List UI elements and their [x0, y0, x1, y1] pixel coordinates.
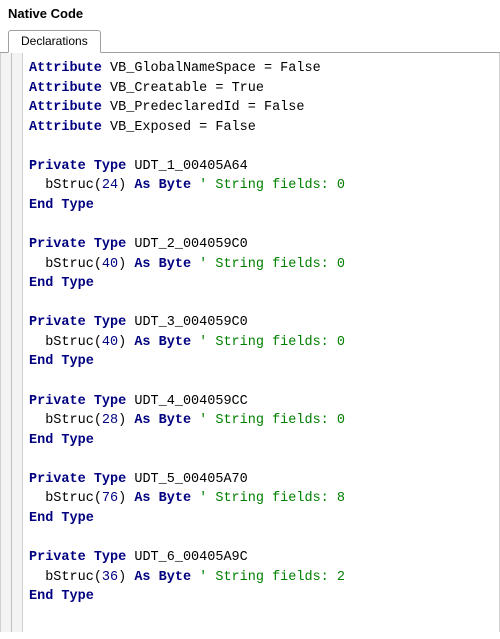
type-field-line: bStruc(40) As Byte ' String fields: 0 — [29, 255, 495, 275]
type-field-line: bStruc(40) As Byte ' String fields: 0 — [29, 333, 495, 353]
code-editor: Attribute VB_GlobalNameSpace = FalseAttr… — [0, 53, 500, 632]
blank-line — [29, 607, 495, 627]
tab-strip: Declarations — [0, 29, 500, 53]
code-area[interactable]: Attribute VB_GlobalNameSpace = FalseAttr… — [23, 53, 499, 632]
type-decl-line: Private Type UDT_2_004059C0 — [29, 235, 495, 255]
panel-title: Native Code — [0, 0, 500, 29]
attribute-line: Attribute VB_GlobalNameSpace = False — [29, 59, 495, 79]
type-field-line: bStruc(28) As Byte ' String fields: 0 — [29, 411, 495, 431]
attribute-line: Attribute VB_Exposed = False — [29, 118, 495, 138]
end-type-line: End Type — [29, 352, 495, 372]
blank-line — [29, 372, 495, 392]
tab-declarations[interactable]: Declarations — [8, 30, 101, 53]
type-decl-line: Private Type UDT_1_00405A64 — [29, 157, 495, 177]
blank-line — [29, 137, 495, 157]
attribute-line: Attribute VB_PredeclaredId = False — [29, 98, 495, 118]
type-decl-line: Private Type UDT_3_004059C0 — [29, 313, 495, 333]
blank-line — [29, 529, 495, 549]
code-gutter — [1, 53, 23, 632]
type-field-line: bStruc(36) As Byte ' String fields: 2 — [29, 568, 495, 588]
type-decl-line: Private Type UDT_5_00405A70 — [29, 470, 495, 490]
type-field-line: bStruc(24) As Byte ' String fields: 0 — [29, 176, 495, 196]
end-type-line: End Type — [29, 196, 495, 216]
end-type-line: End Type — [29, 587, 495, 607]
end-type-line: End Type — [29, 274, 495, 294]
type-decl-line: Private Type UDT_6_00405A9C — [29, 548, 495, 568]
blank-line — [29, 216, 495, 236]
blank-line — [29, 294, 495, 314]
end-type-line: End Type — [29, 509, 495, 529]
type-decl-line: Private Type UDT_4_004059CC — [29, 392, 495, 412]
blank-line — [29, 450, 495, 470]
attribute-line: Attribute VB_Creatable = True — [29, 79, 495, 99]
end-type-line: End Type — [29, 431, 495, 451]
type-field-line: bStruc(76) As Byte ' String fields: 8 — [29, 489, 495, 509]
